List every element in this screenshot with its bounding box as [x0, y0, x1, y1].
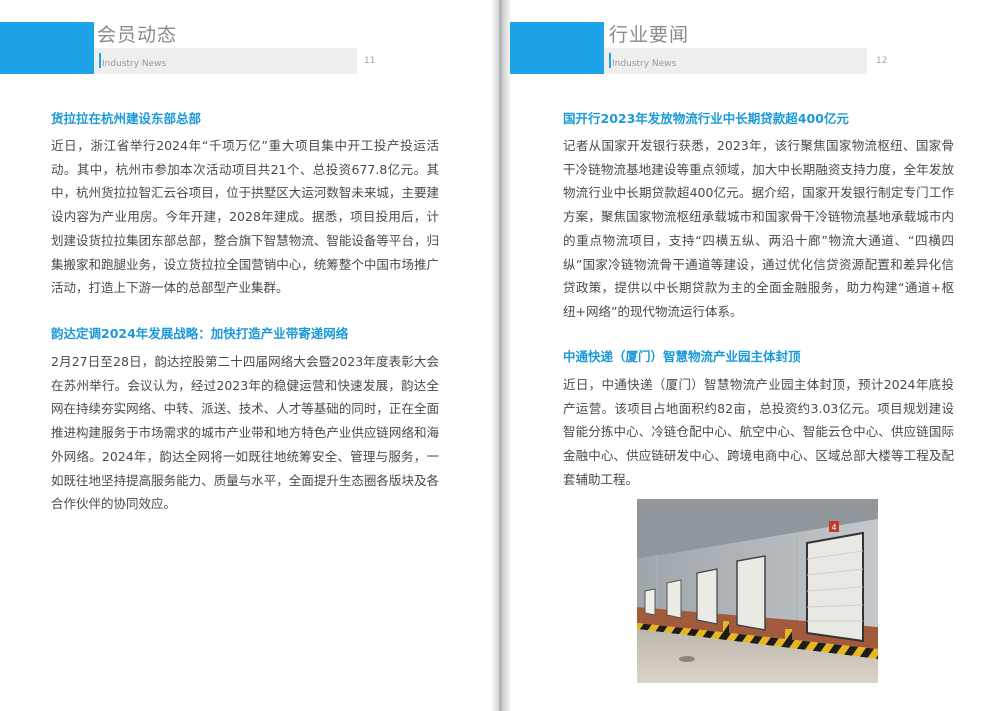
article-body: 记者从国家开发银行获悉，2023年，该行聚焦国家物流枢纽、国家骨干冷链物流基地建…: [563, 138, 954, 319]
article-title: 韵达定调2024年发展战略：加快打造产业带寄递网络: [51, 326, 349, 341]
page-number: 11: [364, 56, 376, 66]
section-title: 行业要闻: [609, 24, 690, 46]
dock-number-label: 4: [831, 523, 836, 532]
section-accent-block: [0, 22, 94, 74]
section-subtitle: Industry News: [612, 59, 677, 69]
section-subtitle: Industry News: [102, 59, 167, 69]
left-page: 会员动态 Industry News 11 货拉拉在杭州建设东部总部 近日，浙江…: [0, 0, 491, 711]
section-title: 会员动态: [97, 24, 178, 46]
article-title: 中通快递（厦门）智慧物流产业园主体封顶: [563, 349, 801, 364]
book-gutter: [491, 0, 510, 711]
section-accent-block: [510, 22, 604, 74]
section-subtitle-bar: Industry News: [94, 48, 357, 74]
logistics-warehouse-photo: 4: [637, 499, 878, 683]
article-title: 货拉拉在杭州建设东部总部: [51, 111, 202, 126]
article-title: 国开行2023年发放物流行业中长期贷款超400亿元: [563, 111, 849, 126]
article-body: 近日，浙江省举行2024年“千项万亿”重大项目集中开工投产投运活动。其中，杭州市…: [51, 138, 439, 296]
section-subtitle-bar: Industry News: [604, 48, 867, 74]
article-body: 近日，中通快递（厦门）智慧物流产业园主体封顶，预计2024年底投产运营。该项目占…: [563, 377, 954, 487]
subtitle-marker: [99, 53, 101, 68]
page-number: 12: [876, 56, 888, 66]
article-body: 2月27日至28日，韵达控股第二十四届网络大会暨2023年度表彰大会在苏州举行。…: [51, 354, 439, 512]
subtitle-marker: [609, 53, 611, 68]
right-page: 行业要闻 Industry News 12 国开行2023年发放物流行业中长期贷…: [510, 0, 1003, 711]
